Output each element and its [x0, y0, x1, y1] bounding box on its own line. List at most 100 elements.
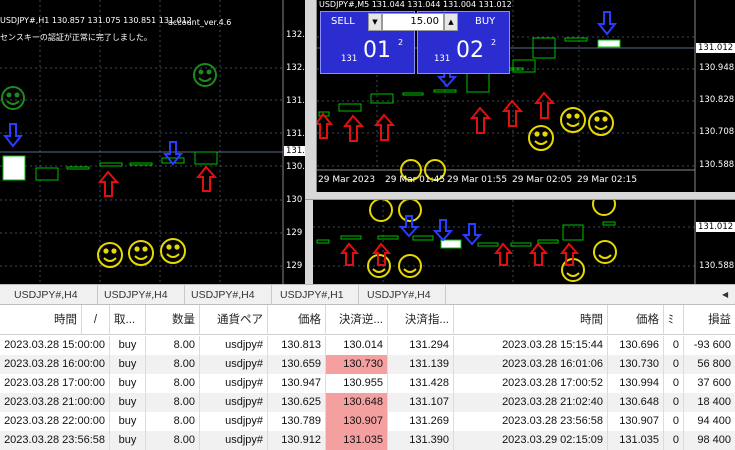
- cell-take-profit: 131.107: [388, 393, 454, 412]
- cell-type: buy: [110, 431, 146, 450]
- red-up-arrow-icon: [339, 242, 360, 266]
- table-row[interactable]: 2023.03.28 16:00:00 buy 8.00 usdjpy# 130.659…: [0, 355, 735, 374]
- bottom-chart-canvas: [313, 200, 696, 284]
- time-label: 29 Mar 02:05: [512, 175, 573, 185]
- tab-chart[interactable]: USDJPY#,H4: [359, 285, 446, 305]
- cell-symbol: usdjpy#: [200, 431, 268, 450]
- table-row[interactable]: 2023.03.28 23:56:58 buy 8.00 usdjpy# 130.912…: [0, 431, 735, 450]
- yellow-smiley-icon: [593, 240, 617, 264]
- yellow-smiley-icon: [588, 110, 614, 136]
- price-label: 131.: [286, 129, 305, 139]
- cell-type: buy: [110, 374, 146, 393]
- price-tag: 131.012: [696, 43, 735, 53]
- table-row[interactable]: 2023.03.28 21:00:00 buy 8.00 usdjpy# 130.625…: [0, 393, 735, 412]
- bottom-chart[interactable]: 131.012 130.588: [313, 200, 735, 284]
- m5-chart-title: USDJPY#,M5 131.044 131.044 131.004 131.0…: [319, 0, 512, 9]
- volume-input[interactable]: 15.00: [382, 13, 444, 31]
- tab-chart[interactable]: USDJPY#,H4: [98, 285, 185, 305]
- cell-take-profit: 131.428: [388, 374, 454, 393]
- cell-commission: 0: [664, 393, 684, 412]
- green-smiley-icon: [1, 86, 25, 110]
- cell-commission: 0: [664, 355, 684, 374]
- cell-open-time: 2023.03.28 22:00:00: [0, 412, 110, 431]
- col-type[interactable]: 取...: [110, 305, 146, 335]
- cell-open-time: 2023.03.28 17:00:00: [0, 374, 110, 393]
- yellow-smiley-icon: [128, 240, 154, 266]
- price-label: 129: [286, 228, 303, 238]
- cell-type: buy: [110, 355, 146, 374]
- buy-price-prefix: 131: [434, 54, 451, 64]
- col-close-price[interactable]: 価格: [608, 305, 664, 335]
- green-smiley-icon: [193, 63, 217, 87]
- table-header: 時間 / 取... 数量 通貨ペア 価格 決済逆... 決済指... 時間 価格…: [0, 305, 735, 335]
- h1-chart-title: USDJPY#,H1 130.857 131.075 130.851 131.0…: [0, 16, 192, 25]
- col-volume[interactable]: 数量: [146, 305, 200, 335]
- cell-profit: -93 600: [693, 339, 731, 351]
- table-row[interactable]: 2023.03.28 17:00:00 buy 8.00 usdjpy# 130.947…: [0, 374, 735, 393]
- price-tag: 131.012: [696, 222, 735, 232]
- blue-down-arrow-icon: [432, 219, 454, 242]
- blue-down-arrow-icon: [596, 11, 618, 36]
- cell-open-time: 2023.03.28 21:00:00: [0, 393, 110, 412]
- cell-open-time: 2023.03.28 23:56:58: [0, 431, 110, 450]
- col-take-profit[interactable]: 決済指...: [388, 305, 454, 335]
- table-row[interactable]: 2023.03.28 22:00:00 buy 8.00 usdjpy# 130.789…: [0, 412, 735, 431]
- cell-profit: 56 800: [697, 358, 731, 370]
- cell-symbol: usdjpy#: [200, 355, 268, 374]
- price-label: 131.: [286, 96, 305, 106]
- cell-open-price: 130.625: [268, 393, 326, 412]
- candle: [2, 155, 26, 181]
- h1-chart[interactable]: USDJPY#,H1 130.857 131.075 130.851 131.0…: [0, 0, 305, 284]
- cell-profit: 94 400: [697, 415, 731, 427]
- volume-decrease-button[interactable]: ▼: [368, 13, 382, 31]
- cell-profit: 18 400: [697, 396, 731, 408]
- one-click-trading-panel: SELL 131 01 2 BUY 131 02 2 ▼ 15.00 ▲: [320, 11, 510, 74]
- buy-label: BUY: [475, 16, 496, 27]
- cell-volume: 8.00: [146, 336, 200, 355]
- tab-chart[interactable]: USDJPY#,H4: [0, 285, 98, 305]
- cell-open-time: 2023.03.28 15:00:00: [0, 336, 110, 355]
- cell-symbol: usdjpy#: [200, 412, 268, 431]
- trade-history-table: 時間 / 取... 数量 通貨ペア 価格 決済逆... 決済指... 時間 価格…: [0, 305, 735, 450]
- status-message: センスキーの認証が正常に完了しました。: [0, 33, 152, 42]
- col-commission[interactable]: ﾐ: [664, 305, 684, 335]
- tab-chart[interactable]: USDJPY#,H4: [185, 285, 272, 305]
- cell-stop-loss: 131.035: [326, 431, 388, 450]
- cell-profit: 37 600: [697, 377, 731, 389]
- col-open-price[interactable]: 価格: [268, 305, 326, 335]
- candle: [35, 167, 59, 181]
- volume-increase-button[interactable]: ▲: [444, 13, 458, 31]
- tab-scroll-left-icon[interactable]: ◀: [718, 285, 735, 305]
- cell-close-time: 2023.03.28 15:15:44: [454, 336, 608, 355]
- cell-stop-loss: 130.955: [326, 374, 388, 393]
- price-label: 130.588: [699, 261, 735, 271]
- col-profit[interactable]: 損益: [684, 305, 735, 335]
- cell-volume: 8.00: [146, 355, 200, 374]
- red-up-arrow-icon: [342, 114, 365, 142]
- cell-commission: 0: [664, 431, 684, 450]
- cell-close-time: 2023.03.28 21:02:40: [454, 393, 608, 412]
- time-label: 29 Mar 01:45: [385, 175, 446, 185]
- cell-symbol: usdjpy#: [200, 336, 268, 355]
- table-row[interactable]: 2023.03.28 15:00:00 buy 8.00 usdjpy# 130.813…: [0, 336, 735, 355]
- time-label: 29 Mar 2023: [318, 175, 376, 185]
- col-open-time[interactable]: 時間: [0, 305, 82, 335]
- cell-profit: 98 400: [697, 434, 731, 446]
- indicator-name: account_ver.4.6: [168, 18, 232, 27]
- cell-open-time: 2023.03.28 16:00:00: [0, 355, 110, 374]
- chart-tabs-bar: USDJPY#,H4 USDJPY#,H4 USDJPY#,H4 USDJPY#…: [0, 284, 735, 305]
- sort-indicator-icon: /: [82, 305, 110, 335]
- yellow-smiley-icon: [160, 238, 186, 264]
- blue-down-arrow-icon: [461, 223, 483, 246]
- col-close-time[interactable]: 時間: [454, 305, 608, 335]
- col-symbol[interactable]: 通貨ペア: [200, 305, 268, 335]
- sell-price-prefix: 131: [341, 54, 358, 64]
- cell-type: buy: [110, 336, 146, 355]
- tab-chart[interactable]: USDJPY#,H1: [272, 285, 359, 305]
- red-up-arrow-icon: [373, 113, 396, 141]
- cell-close-time: 2023.03.28 16:01:06: [454, 355, 608, 374]
- cell-volume: 8.00: [146, 374, 200, 393]
- cell-take-profit: 131.390: [388, 431, 454, 450]
- col-stop-loss[interactable]: 決済逆...: [326, 305, 388, 335]
- buy-price-pip: 2: [491, 38, 497, 47]
